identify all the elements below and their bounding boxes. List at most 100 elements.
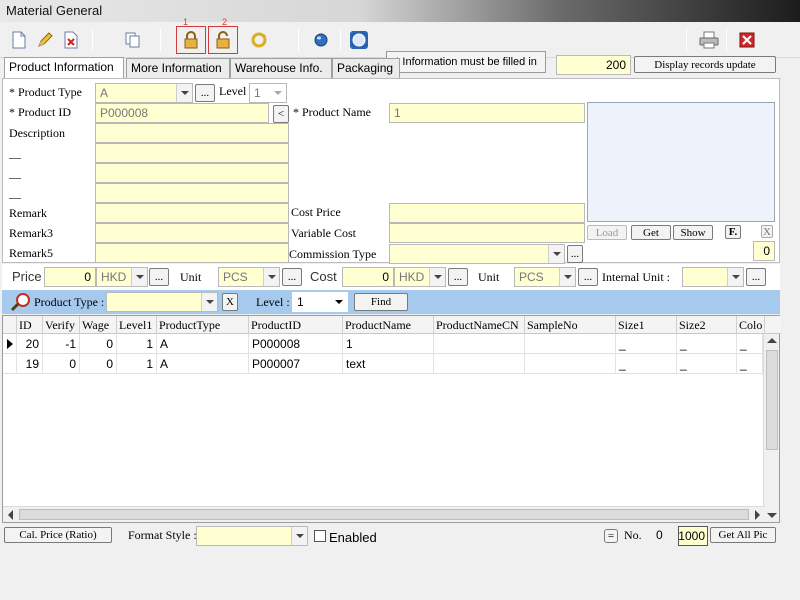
cost-unit-browse-button[interactable]: ... xyxy=(578,268,598,286)
description-field-3[interactable] xyxy=(95,163,289,183)
product-type-select[interactable]: A xyxy=(95,83,193,103)
tab-warehouse-info[interactable]: Warehouse Info. xyxy=(230,58,332,78)
grid-col-verify[interactable]: Verify xyxy=(43,316,80,334)
chevron-down-icon[interactable] xyxy=(548,245,564,263)
cost-currency-select[interactable]: HKD xyxy=(394,267,446,287)
copy-icon[interactable] xyxy=(120,27,146,53)
chevron-down-icon[interactable] xyxy=(176,84,192,102)
display-records-update-button[interactable]: Display records update xyxy=(634,56,776,73)
grid-col-size1[interactable]: Size1 xyxy=(616,316,677,334)
cal-price-ratio-button[interactable]: Cal. Price (Ratio) xyxy=(4,527,112,543)
remark3-field[interactable] xyxy=(95,223,289,243)
product-id-field[interactable]: P000008 xyxy=(95,103,269,123)
grid-col-id[interactable]: ID xyxy=(17,316,43,334)
load-image-button[interactable]: Load xyxy=(587,225,627,240)
chevron-down-icon[interactable] xyxy=(559,268,575,286)
tab-more-information[interactable]: More Information xyxy=(126,58,230,78)
cost-currency-browse-button[interactable]: ... xyxy=(448,268,468,286)
vertical-scrollbar[interactable] xyxy=(763,334,779,522)
table-row[interactable]: 19 0 0 1 A P000007 text _ _ _ xyxy=(3,354,763,374)
price-currency-select[interactable]: HKD xyxy=(96,267,148,287)
grid-col-wage[interactable]: Wage xyxy=(80,316,117,334)
chevron-down-icon[interactable] xyxy=(429,268,445,286)
grid-col-size2[interactable]: Size2 xyxy=(677,316,737,334)
cost-price-field[interactable] xyxy=(389,203,585,223)
format-style-select[interactable] xyxy=(196,526,308,546)
edit-pencil-icon[interactable] xyxy=(32,27,58,53)
variable-cost-field[interactable] xyxy=(389,223,585,243)
internal-unit-select[interactable] xyxy=(682,267,744,287)
printer-icon[interactable] xyxy=(696,27,722,53)
grid-col-product-type[interactable]: ProductType xyxy=(157,316,249,334)
globe-icon[interactable] xyxy=(308,27,334,53)
lock-icon[interactable]: 1 xyxy=(176,17,206,54)
price-unit-select[interactable]: PCS xyxy=(218,267,280,287)
cost-unit-select[interactable]: PCS xyxy=(514,267,576,287)
clear-image-button[interactable]: X xyxy=(761,225,773,238)
chevron-down-icon[interactable] xyxy=(727,268,743,286)
product-name-field[interactable]: 1 xyxy=(389,103,585,123)
grid-col-product-name-cn[interactable]: ProductNameCN xyxy=(434,316,525,334)
chevron-down-icon[interactable] xyxy=(201,293,217,311)
delete-document-icon[interactable] xyxy=(58,27,84,53)
remark3-label: Remark3 xyxy=(9,226,53,240)
remark-label: Remark xyxy=(9,206,47,220)
table-row[interactable]: 20 -1 0 1 A P000008 1 _ _ _ xyxy=(3,334,763,354)
description-field-1[interactable] xyxy=(95,123,289,143)
commission-type-select[interactable] xyxy=(389,244,565,264)
product-id-back-button[interactable]: < xyxy=(273,105,289,123)
tab-packaging[interactable]: Packaging xyxy=(332,58,400,78)
internal-unit-browse-button[interactable]: ... xyxy=(746,268,766,286)
web-icon[interactable] xyxy=(346,27,372,53)
chevron-down-icon[interactable] xyxy=(270,84,286,102)
level-select[interactable]: 1 xyxy=(249,83,287,103)
scroll-left-icon[interactable] xyxy=(8,510,13,520)
grid-col-product-name[interactable]: ProductName xyxy=(343,316,434,334)
price-field[interactable]: 0 xyxy=(44,267,96,287)
scroll-down-icon[interactable] xyxy=(767,513,777,518)
close-icon[interactable] xyxy=(734,27,760,53)
filter-clear-button[interactable]: X xyxy=(222,293,238,311)
no-value: 0 xyxy=(656,528,663,542)
refresh-icon[interactable] xyxy=(246,27,272,53)
description-field-2[interactable] xyxy=(95,143,289,163)
description-field-4[interactable] xyxy=(95,183,289,203)
pic-limit-field[interactable]: 1000 xyxy=(678,526,708,546)
record-count-field[interactable]: 200 xyxy=(556,55,631,75)
horizontal-scroll-thumb[interactable] xyxy=(19,509,749,520)
enabled-checkbox[interactable] xyxy=(314,530,326,542)
remark-field[interactable] xyxy=(95,203,289,223)
f-button[interactable]: F. xyxy=(725,225,741,239)
remark5-field[interactable] xyxy=(95,243,289,263)
chevron-down-icon[interactable] xyxy=(331,293,347,311)
scroll-right-icon[interactable] xyxy=(755,510,760,520)
vertical-scroll-thumb[interactable] xyxy=(766,350,778,450)
chevron-down-icon[interactable] xyxy=(131,268,147,286)
price-unit-browse-button[interactable]: ... xyxy=(282,268,302,286)
chevron-down-icon[interactable] xyxy=(263,268,279,286)
chevron-down-icon[interactable] xyxy=(291,527,307,545)
cell-size1: _ xyxy=(616,354,677,374)
scroll-up-icon[interactable] xyxy=(767,338,777,343)
grid-col-sample-no[interactable]: SampleNo xyxy=(525,316,616,334)
product-type-browse-button[interactable]: ... xyxy=(195,84,215,102)
show-image-button[interactable]: Show xyxy=(673,225,713,240)
find-button[interactable]: Find xyxy=(354,293,408,311)
unlock-icon[interactable]: 2 xyxy=(208,17,238,54)
grid-col-color[interactable]: Colo xyxy=(737,316,765,334)
grid-col-product-id[interactable]: ProductID xyxy=(249,316,343,334)
equals-button[interactable]: = xyxy=(604,529,618,543)
price-currency-browse-button[interactable]: ... xyxy=(149,268,169,286)
get-image-button[interactable]: Get xyxy=(631,225,671,240)
get-all-pic-button[interactable]: Get All Pic xyxy=(710,527,776,543)
filter-level-select[interactable]: 1 xyxy=(292,292,348,312)
horizontal-scrollbar[interactable] xyxy=(3,506,765,522)
commission-type-browse-button[interactable]: ... xyxy=(567,245,583,263)
image-count-field[interactable]: 0 xyxy=(753,241,775,261)
new-document-icon[interactable] xyxy=(6,27,32,53)
filter-product-type-select[interactable] xyxy=(106,292,218,312)
search-icon[interactable] xyxy=(10,292,32,312)
cost-field[interactable]: 0 xyxy=(342,267,394,287)
grid-col-level1[interactable]: Level1 xyxy=(117,316,157,334)
tab-product-information[interactable]: Product Information xyxy=(4,57,124,78)
